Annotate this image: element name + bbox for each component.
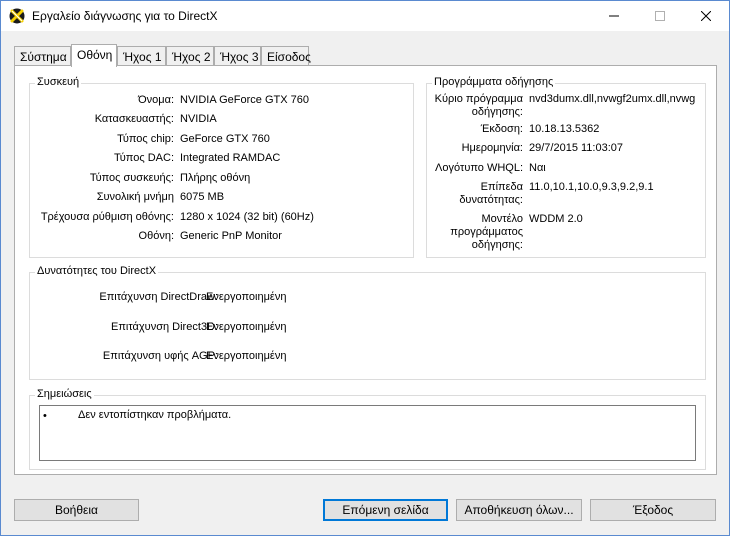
device-value: 6075 MB <box>180 191 225 203</box>
device-row: Όνομα: NVIDIA GeForce GTX 760 <box>30 94 415 110</box>
device-value: NVIDIA GeForce GTX 760 <box>180 94 309 106</box>
device-value: NVIDIA <box>180 113 217 125</box>
device-value: GeForce GTX 760 <box>180 133 270 145</box>
device-row: Τύπος chip: GeForce GTX 760 <box>30 133 415 149</box>
note-text: Δεν εντοπίστηκαν προβλήματα. <box>78 409 232 421</box>
device-row: Τύπος συσκευής: Πλήρης οθόνη <box>30 172 415 188</box>
tab-sound-1[interactable]: Ήχος 1 <box>117 46 166 66</box>
version-value: 10.18.13.5362 <box>529 123 600 135</box>
agp-label: Επιτάχυνση υφής AGP: <box>102 350 218 362</box>
whql-label: Λογότυπο WHQL: <box>435 162 523 174</box>
display-tab-panel: Συσκευή Όνομα: NVIDIA GeForce GTX 760 Κα… <box>14 65 717 475</box>
device-group-title: Συσκευή <box>35 76 82 88</box>
device-row: Συνολική μνήμη 6075 MB <box>30 191 415 207</box>
directdraw-label: Επιτάχυνση DirectDraw: <box>99 291 218 303</box>
minimize-button[interactable] <box>591 1 637 31</box>
next-page-button[interactable]: Επόμενη σελίδα <box>323 499 448 521</box>
main-driver-label-line: οδήγησης: <box>471 106 523 118</box>
device-row: Τρέχουσα ρύθμιση οθόνης: 1280 x 1024 (32… <box>30 211 415 227</box>
window-title: Εργαλείο διάγνωσης για το DirectX <box>32 9 218 23</box>
agp-value: Ενεργοποιημένη <box>206 350 287 362</box>
model-value: WDDM 2.0 <box>529 213 583 225</box>
tab-display[interactable]: Οθόνη <box>71 44 117 67</box>
device-row: Τύπος DAC: Integrated RAMDAC <box>30 152 415 168</box>
close-button[interactable] <box>683 1 729 31</box>
save-all-button[interactable]: Αποθήκευση όλων... <box>456 499 582 521</box>
levels-label-line: δυνατότητας: <box>459 194 523 206</box>
note-bullet: • <box>43 410 47 422</box>
levels-label: Επίπεδα δυνατότητας: <box>459 181 523 207</box>
device-value: Πλήρης οθόνη <box>180 172 251 184</box>
title-bar: Εργαλείο διάγνωσης για το DirectX <box>1 1 729 31</box>
drivers-group: Προγράμματα οδήγησης Κύριο πρόγραμμα οδή… <box>426 76 706 258</box>
device-group: Συσκευή Όνομα: NVIDIA GeForce GTX 760 Κα… <box>29 76 415 258</box>
device-label: Οθόνη: <box>138 230 174 242</box>
direct3d-label: Επιτάχυνση Direct3D: <box>110 321 218 333</box>
device-label: Όνομα: <box>138 94 174 106</box>
notes-textbox[interactable]: • Δεν εντοπίστηκαν προβλήματα. <box>39 405 696 461</box>
version-label: Έκδοση: <box>480 123 523 135</box>
device-value: Integrated RAMDAC <box>180 152 281 164</box>
levels-label-line: Επίπεδα <box>480 181 523 193</box>
device-label: Τύπος συσκευής: <box>89 172 174 184</box>
exit-button[interactable]: Έξοδος <box>590 499 716 521</box>
model-label-line: οδήγησης: <box>471 239 523 251</box>
tab-sound-2[interactable]: Ήχος 2 <box>166 46 214 66</box>
model-label: Μοντέλο προγράμματος οδήγησης: <box>450 213 523 252</box>
maximize-icon <box>655 11 665 21</box>
device-value: Generic PnP Monitor <box>180 230 282 242</box>
notes-group: Σημειώσεις • Δεν εντοπίστηκαν προβλήματα… <box>29 388 706 470</box>
main-driver-label-line: Κύριο πρόγραμμα <box>434 93 523 105</box>
notes-group-title: Σημειώσεις <box>35 388 94 400</box>
device-label: Τρέχουσα ρύθμιση οθόνης: <box>40 211 174 223</box>
device-label: Συνολική μνήμη <box>96 191 174 203</box>
model-label-line: Μοντέλο <box>481 213 523 225</box>
device-row: Οθόνη: Generic PnP Monitor <box>30 230 415 246</box>
directdraw-value: Ενεργοποιημένη <box>206 291 287 303</box>
features-group-title: Δυνατότητες του DirectX <box>35 265 159 277</box>
maximize-button[interactable] <box>637 1 683 31</box>
dxdiag-window: Εργαλείο διάγνωσης για το DirectX Σύστημ… <box>0 0 730 536</box>
date-value: 29/7/2015 11:03:07 <box>529 142 623 154</box>
device-label: Τύπος DAC: <box>114 152 174 164</box>
device-label: Κατασκευαστής: <box>94 113 174 125</box>
direct3d-value: Ενεργοποιημένη <box>206 321 287 333</box>
minimize-icon <box>609 15 619 17</box>
tab-sound-3[interactable]: Ήχος 3 <box>214 46 261 66</box>
drivers-group-title: Προγράμματα οδήγησης <box>432 76 556 88</box>
main-driver-value: nvd3dumx.dll,nvwgf2umx.dll,nvwg <box>529 93 696 105</box>
date-label: Ημερομηνία: <box>461 142 523 154</box>
device-row: Κατασκευαστής: NVIDIA <box>30 113 415 129</box>
tab-system[interactable]: Σύστημα <box>14 46 71 66</box>
device-value: 1280 x 1024 (32 bit) (60Hz) <box>180 211 314 223</box>
tab-input[interactable]: Είσοδος <box>261 46 311 66</box>
close-icon <box>701 11 711 21</box>
levels-value: 11.0,10.1,10.0,9.3,9.2,9.1 <box>529 181 654 193</box>
device-label: Τύπος chip: <box>117 133 174 145</box>
whql-value: Ναι <box>529 162 546 174</box>
directx-icon <box>9 8 25 24</box>
main-driver-label: Κύριο πρόγραμμα οδήγησης: <box>435 93 523 119</box>
features-group: Δυνατότητες του DirectX Επιτάχυνση Direc… <box>29 265 706 380</box>
help-button[interactable]: Βοήθεια <box>14 499 139 521</box>
model-label-line: προγράμματος <box>450 226 523 238</box>
